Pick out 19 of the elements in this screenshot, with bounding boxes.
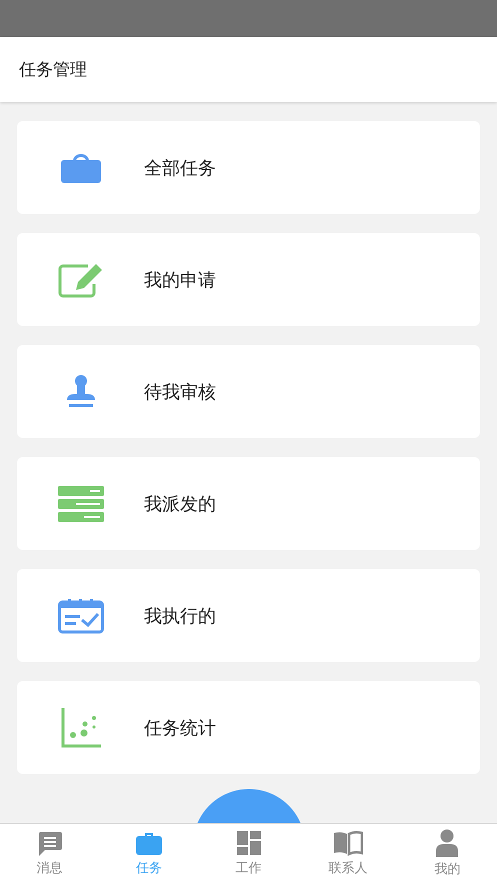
person-icon [435,829,460,857]
page-title: 任务管理 [19,59,87,81]
briefcase-icon [136,830,162,856]
menu-card[interactable]: 待我审核 [17,345,480,438]
grid-icon [236,830,262,856]
message-icon [36,830,63,856]
menu-card[interactable]: 全部任务 [17,121,480,214]
menu-label: 待我审核 [144,380,216,404]
floating-button[interactable] [197,789,301,823]
menu-label: 任务统计 [144,716,216,740]
menu-card[interactable]: 我的申请 [17,233,480,326]
menu-card[interactable]: 我派发的 [17,457,480,550]
menu-card[interactable]: 任务统计 [17,681,480,774]
menu-card[interactable]: 我执行的 [17,569,480,662]
menu-label: 我派发的 [144,492,216,516]
menu-label: 我的申请 [144,268,216,292]
book-icon [332,830,363,856]
menu-label: 我执行的 [144,604,216,628]
menu-label: 全部任务 [144,156,216,180]
